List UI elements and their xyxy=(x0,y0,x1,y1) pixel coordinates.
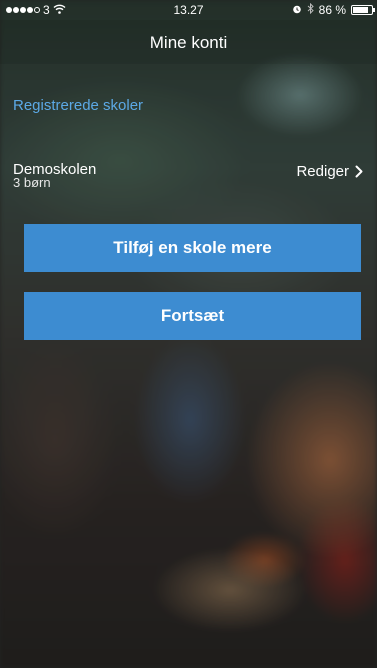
school-children-count: 3 børn xyxy=(13,175,51,190)
school-row[interactable]: Demoskolen 3 børn Rediger xyxy=(0,150,377,192)
status-bar-right: 86 % xyxy=(292,2,375,17)
chevron-right-icon xyxy=(355,165,363,178)
section-header-registered-schools: Registrerede skoler xyxy=(13,97,144,114)
battery-level xyxy=(353,7,368,13)
edit-label: Rediger xyxy=(296,163,349,180)
alarm-icon xyxy=(292,3,302,17)
bluetooth-icon xyxy=(307,2,314,17)
continue-button[interactable]: Fortsæt xyxy=(24,292,361,340)
add-school-button[interactable]: Tilføj en skole mere xyxy=(24,224,361,272)
battery-icon xyxy=(351,5,375,15)
navigation-bar: Mine konti xyxy=(0,20,377,64)
edit-school-button[interactable]: Rediger xyxy=(296,163,363,180)
screen: 3 13.27 86 % Mine konti Registrerede sko… xyxy=(0,0,377,668)
status-bar: 3 13.27 86 % xyxy=(0,0,377,20)
page-title: Mine konti xyxy=(149,33,228,52)
battery-percentage: 86 % xyxy=(318,3,346,17)
